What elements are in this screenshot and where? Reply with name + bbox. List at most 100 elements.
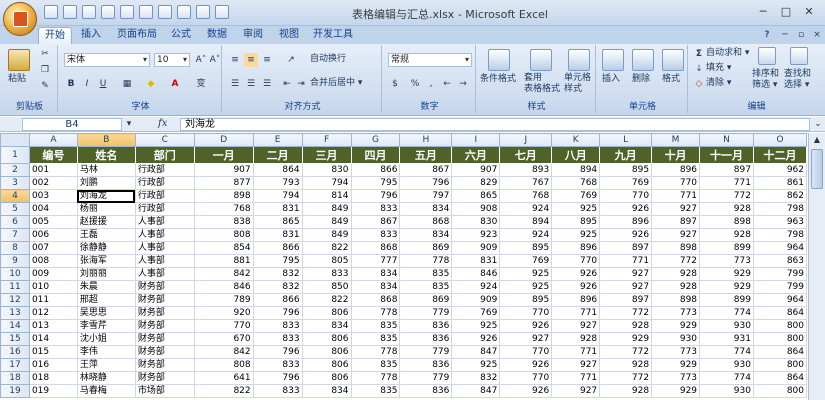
cell-i10[interactable]: 846 — [451, 267, 501, 281]
bold-button[interactable]: B — [64, 77, 78, 91]
cell-e2[interactable]: 864 — [252, 163, 303, 177]
cell-d16[interactable]: 842 — [193, 345, 254, 359]
column-header-l[interactable]: L — [599, 133, 653, 147]
column-header-f[interactable]: F — [301, 133, 352, 147]
column-header-n[interactable]: N — [699, 133, 754, 147]
cell-b15[interactable]: 沈小姐 — [76, 332, 136, 346]
cell-e6[interactable]: 865 — [252, 215, 303, 229]
new-icon[interactable] — [101, 5, 115, 19]
font-size-select[interactable]: 10 — [154, 53, 190, 67]
cell-b13[interactable]: 吴思思 — [76, 306, 136, 320]
cell-j14[interactable]: 926 — [499, 319, 553, 333]
cell-i9[interactable]: 831 — [451, 254, 501, 268]
cell-f17[interactable]: 806 — [301, 358, 352, 372]
cell-f13[interactable]: 806 — [301, 306, 352, 320]
number-format-select[interactable]: 常规 — [388, 53, 472, 67]
cell-g13[interactable]: 778 — [350, 306, 401, 320]
grow-font-button[interactable]: A˄ — [194, 53, 208, 67]
cell-c13[interactable]: 财务部 — [134, 306, 195, 320]
row-header-12[interactable]: 12 — [0, 293, 30, 307]
paste-icon[interactable] — [8, 49, 30, 71]
cell-d12[interactable]: 789 — [193, 293, 254, 307]
cell-i12[interactable]: 909 — [451, 293, 501, 307]
cell-a4[interactable]: 003 — [28, 189, 78, 203]
cell-c19[interactable]: 市场部 — [134, 384, 195, 398]
cell-b12[interactable]: 邢超 — [76, 293, 136, 307]
cell-a16[interactable]: 015 — [28, 345, 78, 359]
cell-h12[interactable]: 869 — [399, 293, 453, 307]
cell-j19[interactable]: 926 — [499, 384, 553, 398]
cell-e19[interactable]: 833 — [252, 384, 303, 398]
cell-i6[interactable]: 830 — [451, 215, 501, 229]
cell-h10[interactable]: 835 — [399, 267, 453, 281]
cell-i14[interactable]: 925 — [451, 319, 501, 333]
cell-o19[interactable]: 800 — [752, 384, 807, 398]
ribbon-close-icon[interactable]: × — [810, 28, 824, 42]
cell-o16[interactable]: 864 — [752, 345, 807, 359]
row-header-19[interactable]: 19 — [0, 384, 30, 398]
cell-m14[interactable]: 929 — [651, 319, 701, 333]
cell-l8[interactable]: 897 — [599, 241, 653, 255]
cell-b6[interactable]: 赵援援 — [76, 215, 136, 229]
cell-m12[interactable]: 898 — [651, 293, 701, 307]
cell-a10[interactable]: 009 — [28, 267, 78, 281]
cell-i15[interactable]: 926 — [451, 332, 501, 346]
cell-m15[interactable]: 930 — [651, 332, 701, 346]
minimize-button[interactable]: ─ — [752, 4, 774, 20]
cell-j5[interactable]: 924 — [499, 202, 553, 216]
cell-g5[interactable]: 833 — [350, 202, 401, 216]
help-icon[interactable]: ? — [760, 28, 774, 42]
cell-n14[interactable]: 930 — [699, 319, 754, 333]
tab-view[interactable]: 视图 — [274, 27, 304, 44]
cell-k15[interactable]: 928 — [551, 332, 601, 346]
cell-j2[interactable]: 893 — [499, 163, 553, 177]
cell-m11[interactable]: 928 — [651, 280, 701, 294]
cell-f16[interactable]: 806 — [301, 345, 352, 359]
cell-k18[interactable]: 771 — [551, 371, 601, 385]
cell-n9[interactable]: 773 — [699, 254, 754, 268]
cell-g10[interactable]: 834 — [350, 267, 401, 281]
expand-formula-bar-icon[interactable]: ⌄ — [811, 117, 825, 131]
cell-j13[interactable]: 770 — [499, 306, 553, 320]
align-left-icon[interactable]: ☰ — [228, 77, 242, 91]
cell-e8[interactable]: 866 — [252, 241, 303, 255]
cell-a11[interactable]: 010 — [28, 280, 78, 294]
cell-f2[interactable]: 830 — [301, 163, 352, 177]
row-header-1[interactable]: 1 — [0, 146, 30, 164]
cell-o14[interactable]: 800 — [752, 319, 807, 333]
name-box[interactable]: B4 — [22, 118, 122, 131]
cell-k2[interactable]: 894 — [551, 163, 601, 177]
cell-l2[interactable]: 895 — [599, 163, 653, 177]
row-header-15[interactable]: 15 — [0, 332, 30, 346]
cell-i13[interactable]: 769 — [451, 306, 501, 320]
cell-f3[interactable]: 794 — [301, 176, 352, 190]
cell-n10[interactable]: 929 — [699, 267, 754, 281]
cell-c2[interactable]: 行政部 — [134, 163, 195, 177]
cell-e7[interactable]: 831 — [252, 228, 303, 242]
cell-g14[interactable]: 835 — [350, 319, 401, 333]
cell-h17[interactable]: 836 — [399, 358, 453, 372]
cell-f18[interactable]: 806 — [301, 371, 352, 385]
cell-m3[interactable]: 770 — [651, 176, 701, 190]
column-header-e[interactable]: E — [252, 133, 303, 147]
cell-k6[interactable]: 895 — [551, 215, 601, 229]
cell-l9[interactable]: 771 — [599, 254, 653, 268]
cell-g7[interactable]: 833 — [350, 228, 401, 242]
cell-f10[interactable]: 833 — [301, 267, 352, 281]
cell-g11[interactable]: 834 — [350, 280, 401, 294]
cell-n2[interactable]: 897 — [699, 163, 754, 177]
align-center-icon[interactable]: ☰ — [244, 77, 258, 91]
cell-a15[interactable]: 014 — [28, 332, 78, 346]
cell-j9[interactable]: 769 — [499, 254, 553, 268]
fill-icon[interactable]: ↓ — [692, 62, 706, 76]
column-header-c[interactable]: C — [134, 133, 195, 147]
column-header-a[interactable]: A — [28, 133, 78, 147]
row-header-11[interactable]: 11 — [0, 280, 30, 294]
cell-g2[interactable]: 866 — [350, 163, 401, 177]
cell-e4[interactable]: 794 — [252, 189, 303, 203]
cell-b5[interactable]: 杨丽 — [76, 202, 136, 216]
cell-f1[interactable]: 三月 — [301, 146, 352, 164]
cell-a17[interactable]: 016 — [28, 358, 78, 372]
cell-b1[interactable]: 姓名 — [76, 146, 136, 164]
cell-j8[interactable]: 895 — [499, 241, 553, 255]
